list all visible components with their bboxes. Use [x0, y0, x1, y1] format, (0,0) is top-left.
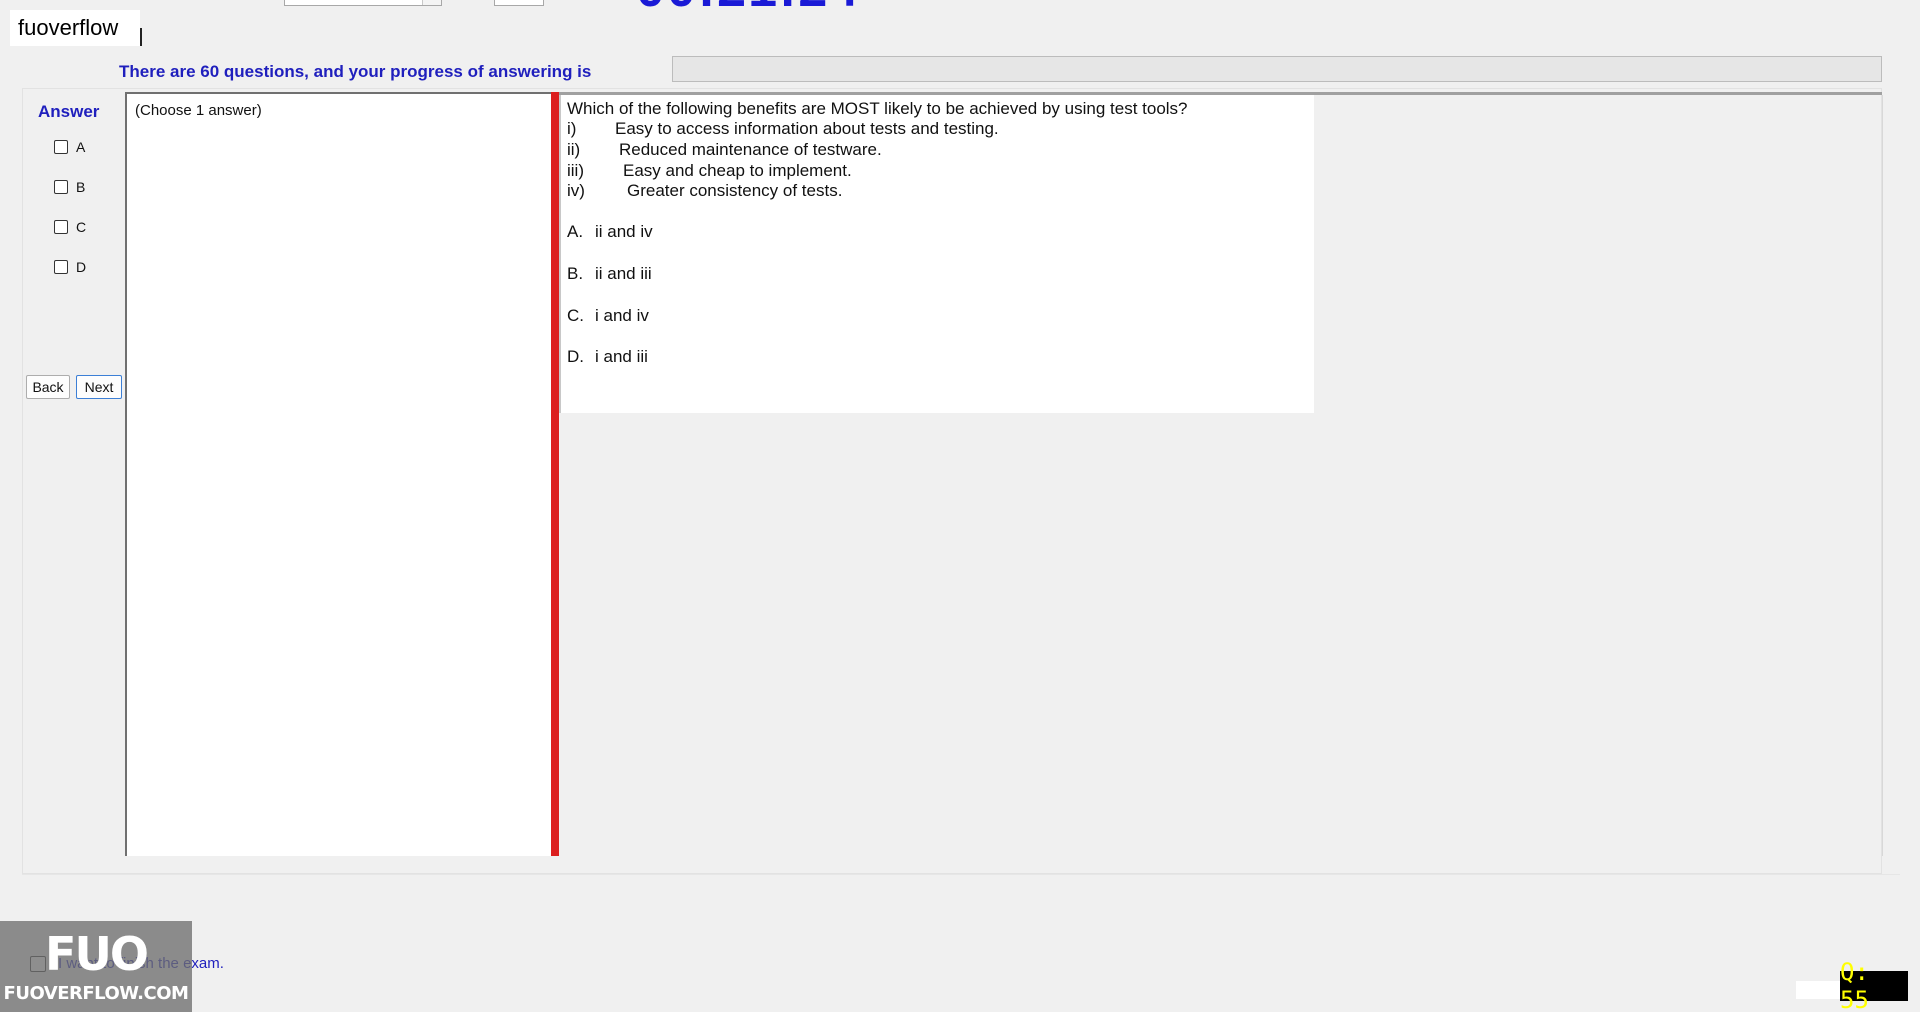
- question-choice-d: D. i and iii: [567, 347, 648, 367]
- progress-bar: [672, 56, 1882, 82]
- answer-option-label: C: [76, 219, 87, 235]
- answer-option-label: A: [76, 139, 86, 155]
- next-button[interactable]: Next: [76, 375, 122, 399]
- question-panel: Which of the following benefits are MOST…: [559, 95, 1314, 413]
- text-cursor: [140, 28, 142, 46]
- checkbox-d[interactable]: [54, 260, 68, 274]
- item-text: Reduced maintenance of testware.: [619, 140, 882, 159]
- panel-splitter[interactable]: [551, 92, 559, 856]
- question-item: iii) Easy and cheap to implement.: [567, 161, 852, 181]
- item-number: iii): [567, 161, 584, 180]
- logo-mark: FUO: [45, 927, 149, 981]
- question-stem: Which of the following benefits are MOST…: [567, 99, 1188, 118]
- question-item: i) Easy to access information about tests…: [567, 119, 999, 139]
- choice-text: i and iii: [595, 347, 648, 366]
- checkbox-c[interactable]: [54, 220, 68, 234]
- item-number: i): [567, 119, 577, 138]
- progress-text: There are 60 questions, and your progres…: [119, 62, 592, 81]
- checkbox-a[interactable]: [54, 140, 68, 154]
- item-text: Easy to access information about tests a…: [615, 119, 999, 138]
- choice-letter: C.: [567, 306, 584, 325]
- checkbox-b[interactable]: [54, 180, 68, 194]
- question-item: iv) Greater consistency of tests.: [567, 181, 842, 201]
- question-choice-c: C. i and iv: [567, 306, 649, 326]
- choice-letter: D.: [567, 347, 584, 366]
- choice-text: ii and iv: [595, 222, 653, 241]
- answer-text-panel[interactable]: (Choose 1 answer): [125, 92, 551, 856]
- logo-text: FUOVERFLOW.COM: [3, 983, 189, 1004]
- choice-text: i and iv: [595, 306, 649, 325]
- answer-option-d[interactable]: D: [54, 258, 86, 276]
- back-button[interactable]: Back: [26, 375, 70, 399]
- question-item: ii) Reduced maintenance of testware.: [567, 140, 882, 160]
- answer-option-b[interactable]: B: [54, 178, 85, 196]
- item-text: Easy and cheap to implement.: [623, 161, 852, 180]
- top-dropdown[interactable]: [284, 0, 442, 6]
- exam-window: 00:21:24 fuoverflow There are 60 questio…: [0, 0, 1920, 1012]
- answer-option-label: B: [76, 179, 86, 195]
- chevron-down-icon[interactable]: [422, 0, 441, 5]
- question-counter: Q: 55: [1840, 958, 1908, 1012]
- answer-option-label: D: [76, 259, 87, 275]
- item-text: Greater consistency of tests.: [627, 181, 843, 200]
- question-choice-a: A. ii and iv: [567, 222, 653, 242]
- choose-hint: (Choose 1 answer): [135, 102, 262, 119]
- choice-letter: B.: [567, 264, 584, 283]
- choice-letter: A.: [567, 222, 584, 241]
- question-area-edge: [1882, 95, 1883, 856]
- item-number: ii): [567, 140, 581, 159]
- answer-option-c[interactable]: C: [54, 218, 86, 236]
- answer-option-a[interactable]: A: [54, 138, 85, 156]
- item-number: iv): [567, 181, 585, 200]
- exam-timer: 00:21:24: [636, 0, 860, 16]
- fuo-logo: FUO FUOVERFLOW.COM: [0, 921, 192, 1012]
- top-small-box[interactable]: [494, 0, 544, 6]
- frame-divider: [22, 874, 1900, 875]
- question-choice-b: B. ii and iii: [567, 264, 652, 284]
- counter-tab: [1796, 981, 1840, 999]
- answer-title: Answer: [38, 102, 100, 121]
- choice-text: ii and iii: [595, 264, 652, 283]
- brand-label: fuoverflow: [10, 10, 140, 46]
